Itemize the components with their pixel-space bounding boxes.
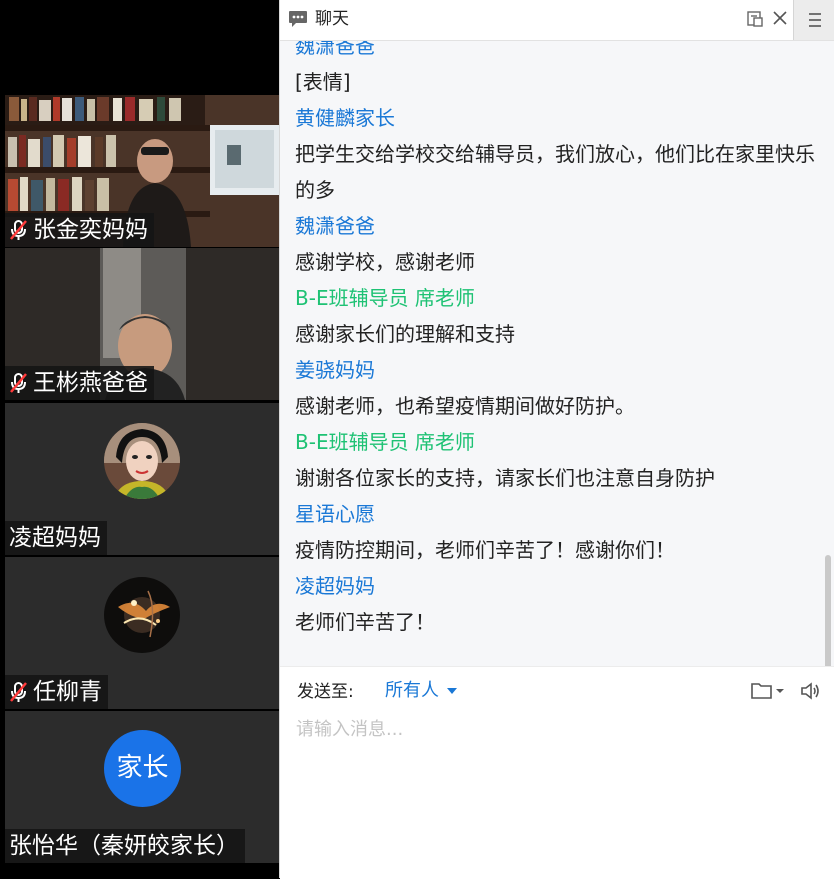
message-sender: B-E班辅导员 席老师 xyxy=(295,430,475,454)
message-text: 把学生交给学校交给辅导员，我们放心，他们比在家里快乐的多 xyxy=(295,142,815,202)
message-sender: 魏潇爸爸 xyxy=(295,41,375,58)
participant-tile[interactable]: 张金奕妈妈 xyxy=(5,95,279,247)
participant-avatar xyxy=(104,423,180,499)
send-to-label: 发送至: xyxy=(297,682,354,702)
participant-name-plate: 任柳青 xyxy=(5,675,108,709)
chat-icon xyxy=(288,10,308,28)
message-text: 疫情防控期间，老师们辛苦了！感谢你们！ xyxy=(295,538,675,562)
recipient-value: 所有人 xyxy=(385,680,439,701)
video-gallery: 张金奕妈妈 王彬燕爸爸 凌超妈妈 任柳青 家长 张怡华（秦妍皎家长） xyxy=(0,0,279,878)
message-text: 谢谢各位家长的支持，请家长们也注意自身防护 xyxy=(295,466,715,490)
message-sender: B-E班辅导员 席老师 xyxy=(295,286,475,310)
participant-name: 张金奕妈妈 xyxy=(33,217,148,243)
message-input[interactable] xyxy=(294,713,818,745)
recipient-dropdown[interactable]: 所有人 xyxy=(385,679,457,703)
message-text: 感谢家长们的理解和支持 xyxy=(295,322,515,346)
caret-down-icon xyxy=(447,688,457,694)
chat-message-list[interactable]: 魏潇爸爸 [表情] 黄健麟家长 把学生交给学校交给辅导员，我们放心，他们比在家里… xyxy=(280,41,834,666)
speaker-icon[interactable] xyxy=(799,680,821,702)
menu-icon[interactable] xyxy=(793,0,834,40)
message-sender: 凌超妈妈 xyxy=(295,574,375,598)
message-text: 感谢老师，也希望疫情期间做好防护。 xyxy=(295,394,635,418)
participant-name: 王彬燕爸爸 xyxy=(33,370,148,396)
participant-role-badge: 家长 xyxy=(104,730,181,807)
popout-icon[interactable] xyxy=(746,10,764,28)
message-sender: 魏潇爸爸 xyxy=(295,214,375,238)
participant-tile[interactable]: 任柳青 xyxy=(5,557,279,709)
participant-tile[interactable]: 凌超妈妈 xyxy=(5,403,279,555)
message-text: 老师们辛苦了！ xyxy=(295,610,435,634)
folder-icon[interactable] xyxy=(750,680,786,702)
message-text: 感谢学校，感谢老师 xyxy=(295,250,475,274)
participant-name-plate: 王彬燕爸爸 xyxy=(5,366,154,400)
chat-title: 聊天 xyxy=(315,9,349,29)
participant-name: 张怡华（秦妍皎家长） xyxy=(9,833,239,859)
participant-name-plate: 张金奕妈妈 xyxy=(5,213,154,247)
close-icon[interactable] xyxy=(771,9,789,27)
participant-tile[interactable]: 家长 张怡华（秦妍皎家长） xyxy=(5,711,279,863)
participant-name: 凌超妈妈 xyxy=(9,525,101,551)
chat-compose: 发送至: 所有人 xyxy=(280,666,834,879)
message-sender: 星语心愿 xyxy=(295,502,375,526)
participant-name-plate: 凌超妈妈 xyxy=(5,521,107,555)
participant-name: 任柳青 xyxy=(33,679,102,705)
message-text: [表情] xyxy=(295,70,351,94)
message-sender: 姜骁妈妈 xyxy=(295,358,375,382)
message-sender: 黄健麟家长 xyxy=(295,106,395,130)
chat-scrollbar[interactable] xyxy=(825,555,831,666)
participant-tile[interactable]: 王彬燕爸爸 xyxy=(5,248,279,400)
mic-muted-icon xyxy=(9,371,29,395)
mic-muted-icon xyxy=(9,218,29,242)
chat-header: 聊天 xyxy=(280,0,834,41)
chat-panel: 聊天 魏潇爸爸 [表情] 黄健麟家长 把学生交给学校交给辅导员，我们放心，他们比… xyxy=(279,0,834,879)
participant-name-plate: 张怡华（秦妍皎家长） xyxy=(5,829,245,863)
mic-muted-icon xyxy=(9,680,29,704)
participant-avatar xyxy=(104,577,180,653)
